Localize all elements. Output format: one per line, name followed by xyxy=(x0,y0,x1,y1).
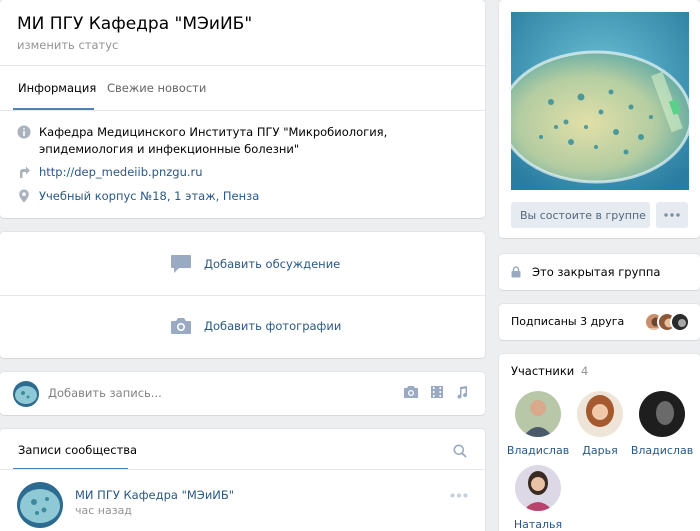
member-name: Наталья xyxy=(513,518,563,531)
friends-subscribed-label[interactable]: Подписаны 3 друга xyxy=(511,315,624,328)
info-icon xyxy=(17,125,31,139)
divider xyxy=(0,295,485,296)
add-photos-label: Добавить фотографии xyxy=(204,319,342,333)
photo-attach-icon[interactable] xyxy=(403,385,419,399)
link-arrow-icon xyxy=(20,166,30,178)
more-actions-button[interactable] xyxy=(656,202,688,228)
member-item[interactable]: Владислав xyxy=(507,391,569,457)
location-pin-icon xyxy=(19,189,29,203)
website-link[interactable]: http://dep_medeiib.pnzgu.ru xyxy=(39,164,203,181)
post-composer-card: Добавить запись... xyxy=(0,372,485,415)
description-row: Кафедра Медицинского Института ПГУ "Микр… xyxy=(17,124,462,158)
group-address[interactable]: Учебный корпус №18, 1 этаж, Пенза xyxy=(39,188,259,205)
group-actions-card: Добавить обсуждение Добавить фотографии xyxy=(0,232,485,358)
members-header[interactable]: Участники 4 xyxy=(511,364,588,378)
wall-tab[interactable]: Записи сообщества xyxy=(18,443,137,457)
composer-avatar xyxy=(13,381,39,407)
friends-card: Подписаны 3 друга xyxy=(499,304,700,340)
member-avatar xyxy=(639,391,685,437)
address-row: Учебный корпус №18, 1 этаж, Пенза xyxy=(17,188,259,205)
member-avatar xyxy=(515,465,561,511)
member-avatar xyxy=(515,391,561,437)
info-tabs: Информация Свежие новости xyxy=(0,66,485,110)
change-status-link[interactable]: изменить статус xyxy=(17,38,118,52)
group-cover-card: Вы состоите в группе xyxy=(499,0,700,238)
divider xyxy=(0,110,485,111)
membership-dropdown-button[interactable]: Вы состоите в группе xyxy=(511,202,650,228)
discussion-icon xyxy=(171,255,191,273)
group-description: Кафедра Медицинского Института ПГУ "Микр… xyxy=(39,125,388,156)
members-title: Участники xyxy=(511,364,575,378)
post-author-avatar[interactable] xyxy=(17,482,63,528)
tab-fresh-news[interactable]: Свежие новости xyxy=(107,66,206,110)
divider xyxy=(0,469,485,470)
add-discussion-button[interactable]: Добавить обсуждение xyxy=(170,254,340,274)
more-dots-icon xyxy=(664,213,680,217)
add-discussion-label: Добавить обсуждение xyxy=(204,257,341,271)
group-title: МИ ПГУ Кафедра "МЭиИБ" xyxy=(17,14,253,34)
wall-card: Записи сообщества МИ ПГУ Кафедра "МЭиИБ"… xyxy=(0,429,485,531)
new-post-input[interactable]: Добавить запись... xyxy=(48,386,162,400)
attachment-icons xyxy=(403,385,469,399)
group-header-card: МИ ПГУ Кафедра "МЭиИБ" изменить статус И… xyxy=(0,0,485,218)
member-item[interactable]: Дарья xyxy=(570,391,630,457)
member-avatar xyxy=(577,391,623,437)
membership-status-label: Вы состоите в группе xyxy=(520,208,646,222)
search-icon[interactable] xyxy=(453,444,467,458)
post-author-name[interactable]: МИ ПГУ Кафедра "МЭиИБ" xyxy=(75,488,234,502)
link-row: http://dep_medeiib.pnzgu.ru xyxy=(17,164,203,181)
more-options-icon[interactable] xyxy=(450,493,468,498)
closed-group-label: Это закрытая группа xyxy=(532,265,661,279)
member-name: Владислав xyxy=(630,444,694,457)
music-attach-icon[interactable] xyxy=(455,385,469,399)
post-time[interactable]: час назад xyxy=(75,504,132,517)
members-card: Участники 4 Владислав Дарья Владислав На… xyxy=(499,354,700,531)
closed-group-card: Это закрытая группа xyxy=(499,254,700,290)
camera-icon xyxy=(171,318,191,334)
member-item[interactable]: Владислав xyxy=(631,391,693,457)
member-item[interactable]: Наталья xyxy=(508,465,568,531)
members-count: 4 xyxy=(580,364,589,378)
friend-avatar[interactable] xyxy=(670,312,690,332)
lock-icon xyxy=(511,266,521,278)
add-photos-button[interactable]: Добавить фотографии xyxy=(170,317,341,335)
group-cover-image[interactable] xyxy=(511,12,689,190)
video-attach-icon[interactable] xyxy=(430,385,444,399)
tab-information[interactable]: Информация xyxy=(18,66,96,110)
